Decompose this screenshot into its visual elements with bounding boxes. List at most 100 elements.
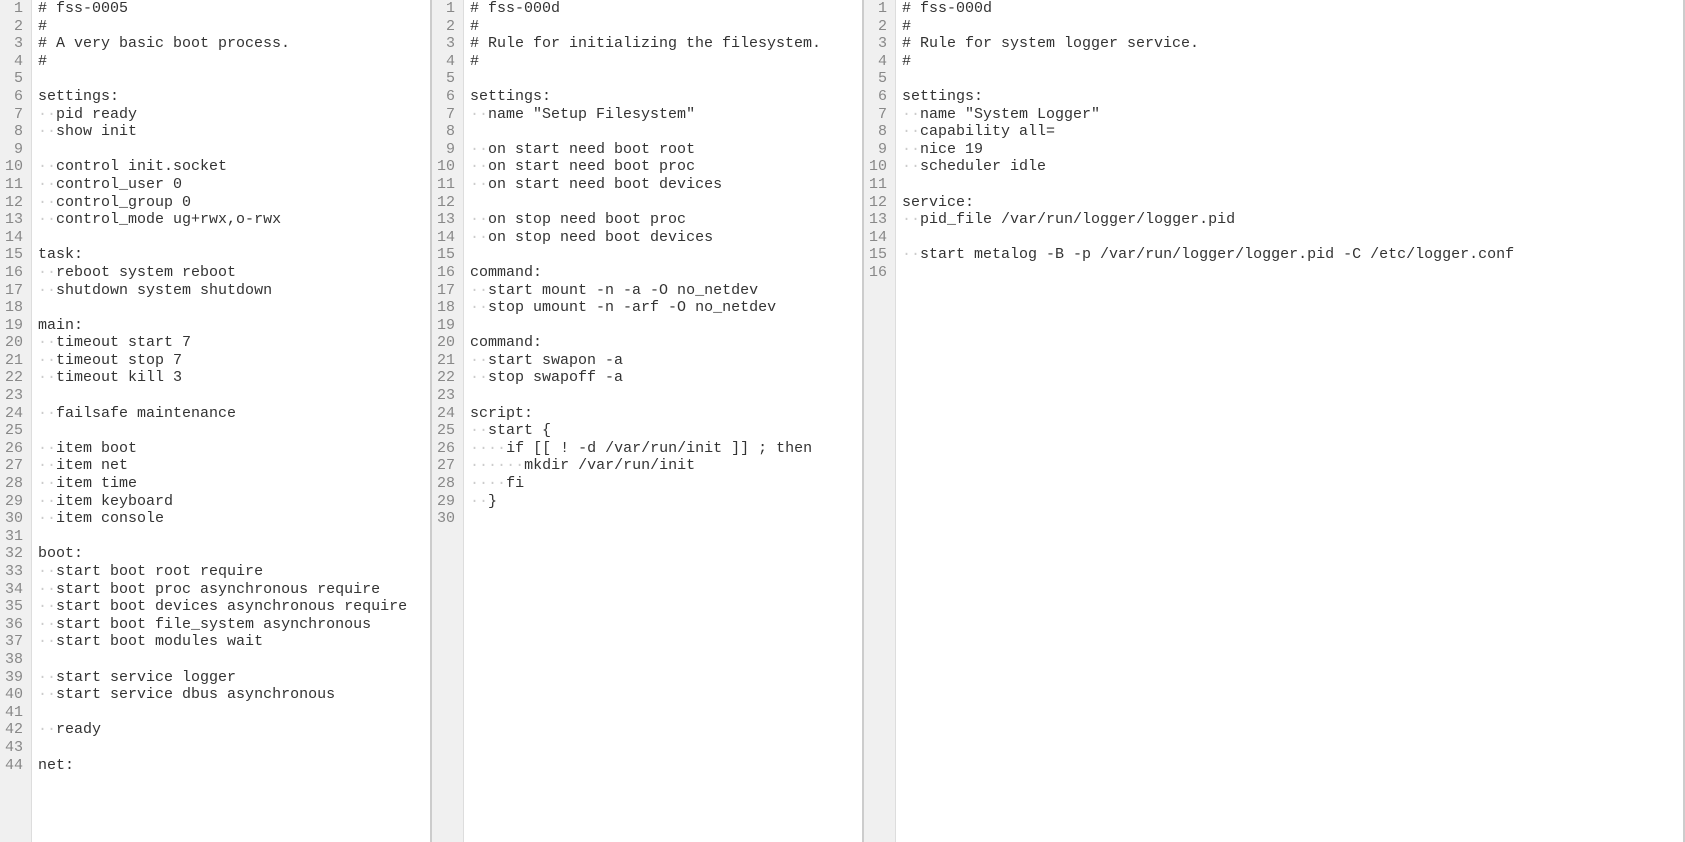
- code-line[interactable]: ··control_group 0: [38, 194, 430, 212]
- code-line[interactable]: ··item console: [38, 510, 430, 528]
- code-line[interactable]: ··start metalog -B -p /var/run/logger/lo…: [902, 246, 1683, 264]
- code-line[interactable]: [470, 70, 862, 88]
- code-line[interactable]: [38, 141, 430, 159]
- line-number: 18: [4, 299, 23, 317]
- code-line[interactable]: ··timeout kill 3: [38, 369, 430, 387]
- code-line[interactable]: [38, 387, 430, 405]
- line-number: 2: [868, 18, 887, 36]
- code-line[interactable]: [38, 528, 430, 546]
- code-line[interactable]: ··start boot proc asynchronous require: [38, 581, 430, 599]
- code-line[interactable]: [470, 194, 862, 212]
- code-line[interactable]: ··}: [470, 493, 862, 511]
- code-line[interactable]: [470, 510, 862, 528]
- code-line[interactable]: command:: [470, 334, 862, 352]
- code-line[interactable]: ··nice 19: [902, 141, 1683, 159]
- code-line[interactable]: ··item time: [38, 475, 430, 493]
- code-line[interactable]: task:: [38, 246, 430, 264]
- code-line[interactable]: ··control init.socket: [38, 158, 430, 176]
- editor-1[interactable]: 1234567891011121314151617181920212223242…: [0, 0, 430, 842]
- code-line[interactable]: main:: [38, 317, 430, 335]
- code-line[interactable]: ··start swapon -a: [470, 352, 862, 370]
- code-line[interactable]: [38, 422, 430, 440]
- code-line[interactable]: ··on start need boot devices: [470, 176, 862, 194]
- code-line[interactable]: net:: [38, 757, 430, 775]
- code-line[interactable]: ··name "System Logger": [902, 106, 1683, 124]
- code-line[interactable]: #: [38, 53, 430, 71]
- line-number: 11: [436, 176, 455, 194]
- code-line[interactable]: [902, 176, 1683, 194]
- code-line[interactable]: ··timeout start 7: [38, 334, 430, 352]
- code-line[interactable]: ··pid_file /var/run/logger/logger.pid: [902, 211, 1683, 229]
- code-line[interactable]: ······mkdir /var/run/init: [470, 457, 862, 475]
- code-line[interactable]: # Rule for initializing the filesystem.: [470, 35, 862, 53]
- code-line[interactable]: settings:: [902, 88, 1683, 106]
- code-line[interactable]: ··item boot: [38, 440, 430, 458]
- code-line[interactable]: [470, 387, 862, 405]
- code-line[interactable]: ··item net: [38, 457, 430, 475]
- code-line[interactable]: ··stop umount -n -arf -O no_netdev: [470, 299, 862, 317]
- code-line[interactable]: ··control_mode ug+rwx,o-rwx: [38, 211, 430, 229]
- editor-2[interactable]: 1234567891011121314151617181920212223242…: [432, 0, 862, 842]
- code-line[interactable]: #: [902, 53, 1683, 71]
- code-line[interactable]: # Rule for system logger service.: [902, 35, 1683, 53]
- code-line[interactable]: # fss-0005: [38, 0, 430, 18]
- code-line[interactable]: [902, 264, 1683, 282]
- code-line[interactable]: ··on start need boot root: [470, 141, 862, 159]
- code-line[interactable]: ··start boot file_system asynchronous: [38, 616, 430, 634]
- code-line[interactable]: ··stop swapoff -a: [470, 369, 862, 387]
- code-line[interactable]: # fss-000d: [470, 0, 862, 18]
- code-line[interactable]: ··reboot system reboot: [38, 264, 430, 282]
- code-line[interactable]: [902, 70, 1683, 88]
- code-line[interactable]: ··start service dbus asynchronous: [38, 686, 430, 704]
- code-line[interactable]: #: [470, 53, 862, 71]
- code-line[interactable]: [38, 704, 430, 722]
- code-line[interactable]: # A very basic boot process.: [38, 35, 430, 53]
- code-line[interactable]: #: [470, 18, 862, 36]
- code-line[interactable]: ··control_user 0: [38, 176, 430, 194]
- code-3[interactable]: # fss-000d## Rule for system logger serv…: [896, 0, 1683, 842]
- code-line[interactable]: ··item keyboard: [38, 493, 430, 511]
- code-1[interactable]: # fss-0005## A very basic boot process.#…: [32, 0, 430, 842]
- code-line[interactable]: #: [38, 18, 430, 36]
- code-line[interactable]: ··name "Setup Filesystem": [470, 106, 862, 124]
- code-line[interactable]: ··start {: [470, 422, 862, 440]
- code-line[interactable]: [38, 299, 430, 317]
- code-line[interactable]: [470, 317, 862, 335]
- code-line[interactable]: command:: [470, 264, 862, 282]
- code-line[interactable]: ··on start need boot proc: [470, 158, 862, 176]
- code-line[interactable]: [470, 246, 862, 264]
- code-line[interactable]: ··start boot devices asynchronous requir…: [38, 598, 430, 616]
- editor-3[interactable]: 12345678910111213141516 # fss-000d## Rul…: [864, 0, 1683, 842]
- code-line[interactable]: ··timeout stop 7: [38, 352, 430, 370]
- code-line[interactable]: ··start mount -n -a -O no_netdev: [470, 282, 862, 300]
- code-line[interactable]: ··show init: [38, 123, 430, 141]
- line-number: 44: [4, 757, 23, 775]
- code-line[interactable]: [38, 229, 430, 247]
- code-line[interactable]: [902, 229, 1683, 247]
- code-line[interactable]: ··capability all=: [902, 123, 1683, 141]
- code-line[interactable]: ··scheduler idle: [902, 158, 1683, 176]
- code-line[interactable]: ····if [[ ! -d /var/run/init ]] ; then: [470, 440, 862, 458]
- code-line[interactable]: [38, 70, 430, 88]
- code-line[interactable]: service:: [902, 194, 1683, 212]
- code-2[interactable]: # fss-000d## Rule for initializing the f…: [464, 0, 862, 842]
- code-line[interactable]: ··start boot modules wait: [38, 633, 430, 651]
- code-line[interactable]: settings:: [38, 88, 430, 106]
- code-line[interactable]: ··start boot root require: [38, 563, 430, 581]
- code-line[interactable]: ··pid ready: [38, 106, 430, 124]
- code-line[interactable]: [470, 123, 862, 141]
- code-line[interactable]: ··ready: [38, 721, 430, 739]
- code-line[interactable]: boot:: [38, 545, 430, 563]
- code-line[interactable]: [38, 651, 430, 669]
- code-line[interactable]: ··on stop need boot proc: [470, 211, 862, 229]
- code-line[interactable]: ··on stop need boot devices: [470, 229, 862, 247]
- code-line[interactable]: #: [902, 18, 1683, 36]
- code-line[interactable]: ··start service logger: [38, 669, 430, 687]
- code-line[interactable]: settings:: [470, 88, 862, 106]
- code-line[interactable]: ··failsafe maintenance: [38, 405, 430, 423]
- code-line[interactable]: ····fi: [470, 475, 862, 493]
- code-line[interactable]: # fss-000d: [902, 0, 1683, 18]
- code-line[interactable]: ··shutdown system shutdown: [38, 282, 430, 300]
- code-line[interactable]: script:: [470, 405, 862, 423]
- code-line[interactable]: [38, 739, 430, 757]
